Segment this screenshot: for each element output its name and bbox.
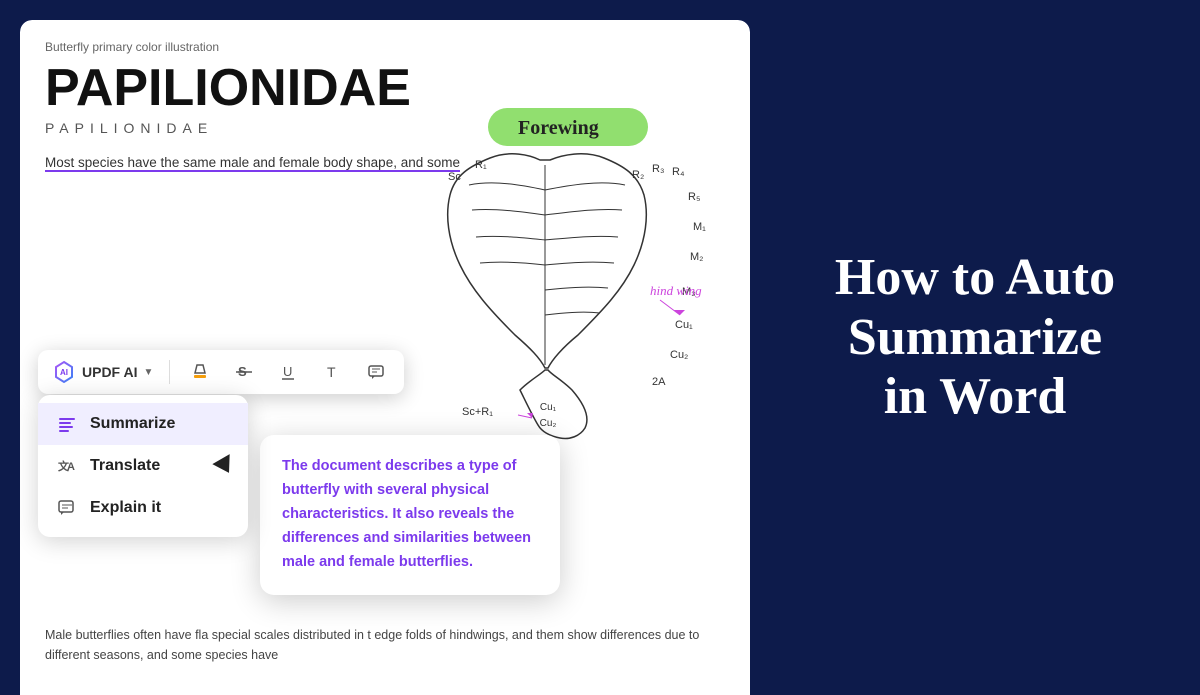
svg-text:2A: 2A: [652, 376, 666, 388]
svg-text:U: U: [283, 364, 292, 379]
svg-text:Cu₂: Cu₂: [540, 418, 557, 429]
summary-text: The document describes a type of butterf…: [282, 455, 538, 575]
summary-popup: The document describes a type of butterf…: [260, 435, 560, 595]
dropdown-chevron-icon[interactable]: ▼: [143, 367, 153, 378]
svg-text:R₁: R₁: [475, 159, 487, 171]
svg-text:R₃: R₃: [652, 163, 664, 175]
svg-text:Cu₁: Cu₁: [540, 402, 557, 413]
ai-brand-button[interactable]: AI UPDF AI ▼: [52, 360, 153, 384]
explain-label: Explain it: [90, 499, 161, 517]
svg-text:R₄: R₄: [672, 166, 685, 178]
right-panel: How to Auto Summarize in Word: [750, 0, 1200, 675]
summarize-label: Summarize: [90, 415, 175, 433]
svg-text:M₂: M₂: [690, 251, 703, 263]
right-panel-title: How to Auto Summarize in Word: [835, 248, 1115, 427]
svg-text:R₅: R₅: [688, 191, 700, 203]
title-line2: Summarize: [848, 309, 1102, 366]
updf-logo-icon: AI: [52, 360, 76, 384]
translate-label: Translate: [90, 457, 160, 475]
underline-icon[interactable]: U: [274, 358, 302, 386]
svg-text:Sc+R₁: Sc+R₁: [462, 406, 493, 418]
left-panel: Butterfly primary color illustration PAP…: [20, 20, 750, 695]
svg-text:AI: AI: [60, 368, 68, 377]
text-format-icon[interactable]: T: [318, 358, 346, 386]
highlight-icon[interactable]: [186, 358, 214, 386]
title-line3: in Word: [884, 368, 1067, 425]
butterfly-illustration: Forewing R₂ R₃ R₄: [370, 100, 750, 450]
ai-toolbar: AI UPDF AI ▼ S U T: [38, 350, 404, 394]
svg-text:R₂: R₂: [632, 169, 644, 181]
svg-text:M₁: M₁: [693, 221, 706, 233]
svg-text:Cu₁: Cu₁: [675, 319, 693, 331]
document-area: Butterfly primary color illustration PAP…: [20, 20, 750, 695]
title-line1: How to Auto: [835, 249, 1115, 306]
svg-text:A: A: [67, 461, 75, 473]
summarize-icon: [56, 413, 78, 435]
butterfly-svg: Forewing R₂ R₃ R₄: [370, 100, 740, 440]
bottom-text-content: Male butterflies often have fla special …: [45, 628, 699, 662]
svg-text:hind wing: hind wing: [650, 283, 702, 298]
comment-icon[interactable]: [362, 358, 390, 386]
svg-text:Sc: Sc: [448, 171, 461, 183]
menu-item-explain[interactable]: Explain it: [38, 487, 248, 529]
toolbar-divider: [169, 360, 170, 384]
explain-icon: [56, 497, 78, 519]
ai-brand-label: UPDF AI: [82, 364, 137, 380]
doc-bottom-text: Male butterflies often have fla special …: [45, 625, 725, 665]
strikethrough-icon[interactable]: S: [230, 358, 258, 386]
main-heading: How to Auto Summarize in Word: [835, 248, 1115, 427]
menu-item-summarize[interactable]: Summarize: [38, 403, 248, 445]
doc-subtitle: Butterfly primary color illustration: [45, 40, 725, 54]
svg-text:T: T: [327, 364, 336, 380]
forewing-text: Forewing: [518, 117, 599, 139]
svg-text:Cu₂: Cu₂: [670, 349, 688, 361]
translate-icon: 文A: [56, 455, 78, 477]
